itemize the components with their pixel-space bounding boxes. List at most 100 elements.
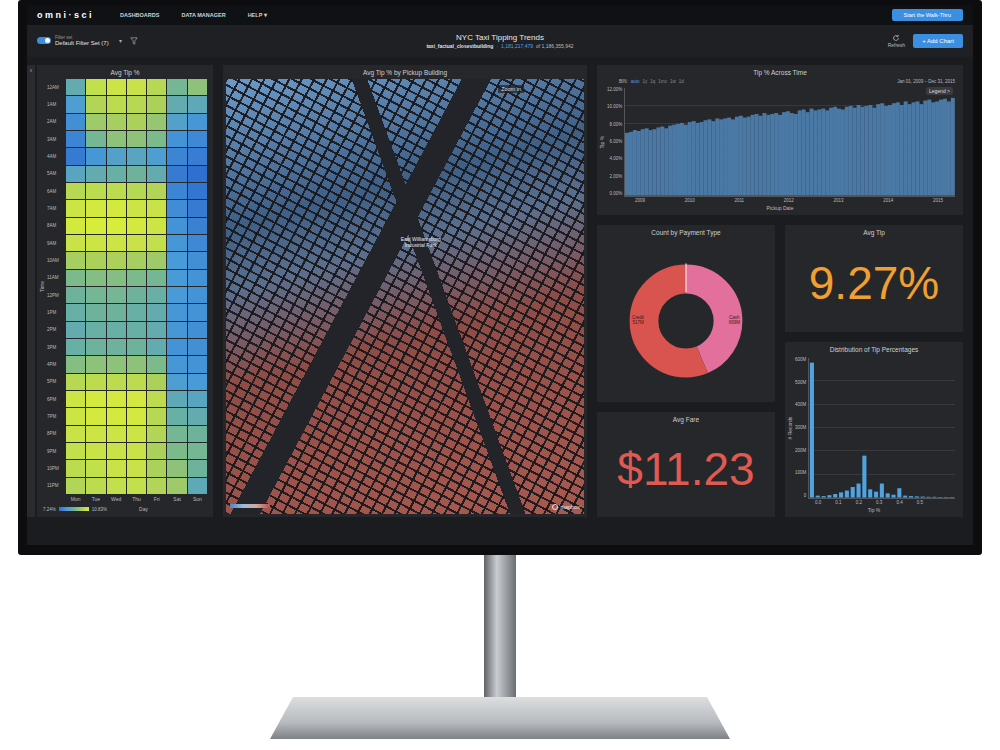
heatmap-cell[interactable] [86, 252, 105, 268]
heatmap-cell[interactable] [107, 183, 126, 199]
heatmap-cell[interactable] [188, 218, 207, 234]
filter-select[interactable]: Filter setDefault Filter Set (7) [55, 35, 109, 48]
histogram-bar[interactable] [903, 496, 907, 498]
heatmap-cell[interactable] [188, 200, 207, 216]
heatmap-cell[interactable] [188, 131, 207, 147]
heatmap-cell[interactable] [188, 443, 207, 459]
heatmap-cell[interactable] [127, 114, 146, 130]
heatmap-cell[interactable] [188, 114, 207, 130]
histogram-bar[interactable] [810, 363, 814, 498]
histogram-bar[interactable] [950, 497, 954, 498]
heatmap-cell[interactable] [188, 287, 207, 303]
heatmap-cell[interactable] [147, 426, 166, 442]
heatmap-cell[interactable] [127, 374, 146, 390]
heatmap-cell[interactable] [147, 96, 166, 112]
heatmap-cell[interactable] [86, 218, 105, 234]
heatmap-cell[interactable] [86, 79, 105, 95]
heatmap-cell[interactable] [167, 114, 186, 130]
heatmap-cell[interactable] [66, 200, 85, 216]
heatmap-cell[interactable] [167, 391, 186, 407]
heatmap-cell[interactable] [188, 460, 207, 476]
heatmap-cell[interactable] [167, 408, 186, 424]
heatmap-cell[interactable] [167, 478, 186, 494]
legend-button[interactable]: Legend > [926, 87, 953, 95]
heatmap-cell[interactable] [86, 408, 105, 424]
heatmap-cell[interactable] [167, 426, 186, 442]
histogram-bar[interactable] [857, 484, 861, 498]
heatmap-cell[interactable] [107, 252, 126, 268]
heatmap-cell[interactable] [167, 96, 186, 112]
heatmap-cell[interactable] [127, 443, 146, 459]
heatmap-cell[interactable] [188, 478, 207, 494]
walk-thru-button[interactable]: Start the Walk-Thru [892, 9, 963, 21]
heatmap-cell[interactable] [66, 252, 85, 268]
heatmap-cell[interactable] [147, 356, 166, 372]
histogram-bar[interactable] [927, 496, 931, 497]
heatmap-cell[interactable] [147, 322, 166, 338]
heatmap-cell[interactable] [107, 200, 126, 216]
heatmap-cell[interactable] [66, 304, 85, 320]
heatmap-cell[interactable] [127, 131, 146, 147]
heatmap-cell[interactable] [107, 148, 126, 164]
add-chart-button[interactable]: + Add Chart [913, 34, 963, 48]
heatmap-cell[interactable] [147, 252, 166, 268]
heatmap-cell[interactable] [66, 131, 85, 147]
heatmap-cell[interactable] [188, 148, 207, 164]
heatmap-cell[interactable] [66, 391, 85, 407]
heatmap-cell[interactable] [86, 235, 105, 251]
heatmap-cell[interactable] [107, 460, 126, 476]
heatmap-cell[interactable] [127, 79, 146, 95]
heatmap-cell[interactable] [107, 96, 126, 112]
filter-toggle[interactable] [37, 37, 51, 44]
heatmap-cell[interactable] [167, 183, 186, 199]
heatmap-cell[interactable] [147, 339, 166, 355]
heatmap-cell[interactable] [188, 339, 207, 355]
heatmap-cell[interactable] [188, 166, 207, 182]
heatmap-cell[interactable] [127, 218, 146, 234]
heatmap-cell[interactable] [66, 339, 85, 355]
bin-option[interactable]: 1w [670, 79, 676, 84]
heatmap-cell[interactable] [167, 200, 186, 216]
heatmap-cell[interactable] [147, 287, 166, 303]
heatmap-cell[interactable] [66, 270, 85, 286]
heatmap-cell[interactable] [127, 460, 146, 476]
heatmap-cell[interactable] [188, 183, 207, 199]
heatmap-cell[interactable] [66, 148, 85, 164]
date-range[interactable]: Jan 01, 2009 – Dec 31, 2015 [897, 79, 955, 84]
heatmap-cell[interactable] [127, 96, 146, 112]
histogram-bar[interactable] [833, 494, 837, 497]
heatmap-cell[interactable] [167, 79, 186, 95]
histogram-bar[interactable] [839, 492, 843, 497]
histogram-bar[interactable] [915, 496, 919, 497]
heatmap-cell[interactable] [167, 339, 186, 355]
heatmap-cell[interactable] [86, 304, 105, 320]
nav-item[interactable]: DASHBOARDS [120, 12, 159, 18]
heatmap-cell[interactable] [147, 166, 166, 182]
heatmap-cell[interactable] [107, 304, 126, 320]
heatmap-cell[interactable] [188, 356, 207, 372]
heatmap-cell[interactable] [107, 443, 126, 459]
heatmap-cell[interactable] [86, 478, 105, 494]
histogram-bar[interactable] [822, 496, 826, 497]
heatmap-cell[interactable] [147, 374, 166, 390]
heatmap-cell[interactable] [188, 79, 207, 95]
heatmap-cell[interactable] [147, 478, 166, 494]
histogram-bar[interactable] [851, 487, 855, 497]
heatmap-cell[interactable] [86, 339, 105, 355]
heatmap-cell[interactable] [127, 391, 146, 407]
heatmap-cell[interactable] [107, 339, 126, 355]
heatmap-cell[interactable] [107, 270, 126, 286]
heatmap-cell[interactable] [147, 114, 166, 130]
heatmap-cell[interactable] [127, 183, 146, 199]
heatmap-cell[interactable] [188, 96, 207, 112]
heatmap-cell[interactable] [107, 391, 126, 407]
heatmap-cell[interactable] [66, 96, 85, 112]
histogram-bar[interactable] [874, 492, 878, 498]
heatmap-cell[interactable] [107, 426, 126, 442]
heatmap-cell[interactable] [86, 166, 105, 182]
heatmap-cell[interactable] [66, 183, 85, 199]
heatmap-cell[interactable] [127, 148, 146, 164]
histogram-bar[interactable] [898, 488, 902, 497]
heatmap-cell[interactable] [147, 131, 166, 147]
heatmap-cell[interactable] [127, 304, 146, 320]
